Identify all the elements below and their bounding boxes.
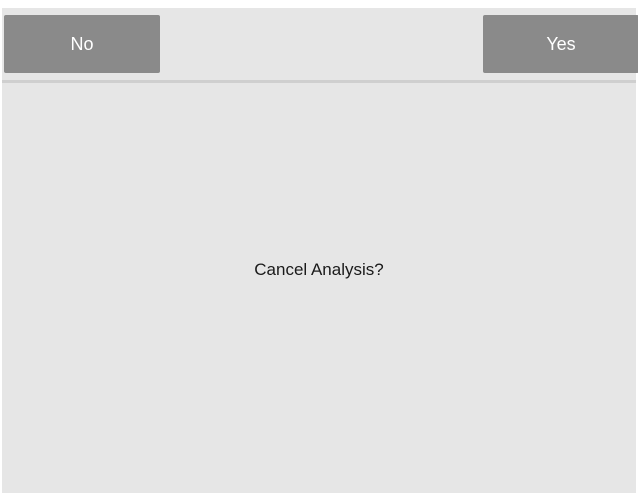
screen: No Yes Cancel Analysis?	[0, 0, 638, 495]
no-button[interactable]: No	[4, 15, 160, 73]
yes-button[interactable]: Yes	[483, 15, 638, 73]
header-divider	[2, 80, 636, 83]
confirm-dialog: No Yes Cancel Analysis?	[2, 8, 638, 493]
confirm-message: Cancel Analysis?	[254, 260, 384, 279]
